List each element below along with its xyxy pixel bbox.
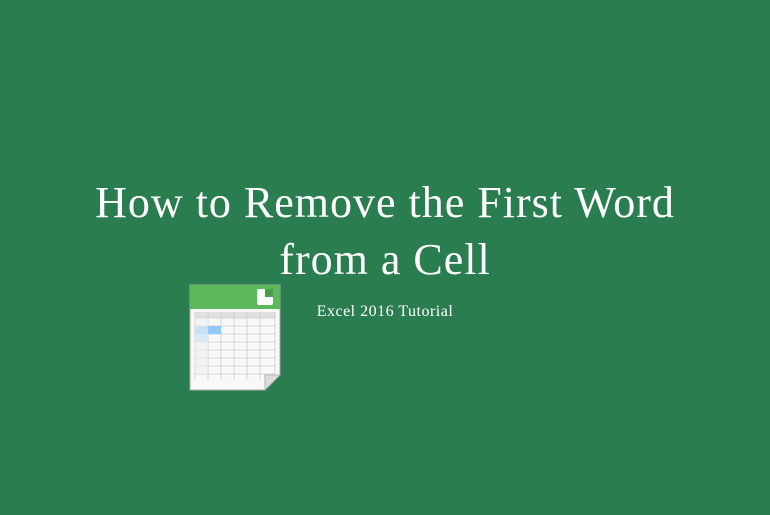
page-subtitle: Excel 2016 Tutorial — [317, 303, 454, 321]
spreadsheet-icon — [185, 280, 285, 395]
page-title: How to Remove the First Word from a Cell — [0, 174, 770, 288]
spreadsheet-icon-wrapper — [185, 280, 285, 395]
